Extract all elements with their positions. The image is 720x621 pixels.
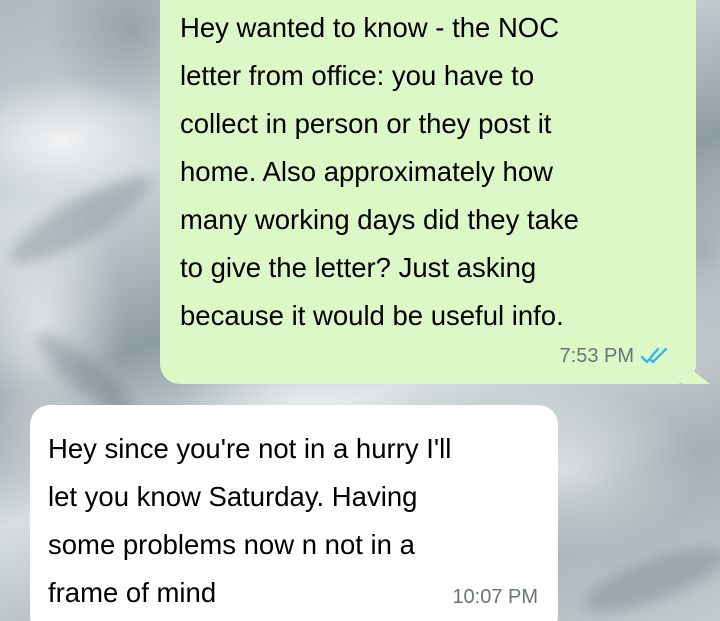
- incoming-message-bubble[interactable]: Hey since you're not in a hurry I'll let…: [30, 405, 558, 621]
- message-meta: 7:53 PM: [560, 344, 670, 368]
- wallpaper-shade: [0, 162, 160, 278]
- message-timestamp: 10:07 PM: [452, 586, 538, 608]
- outgoing-message-bubble[interactable]: Hey wanted to know - the NOC letter from…: [160, 0, 710, 384]
- chat-background: Hey wanted to know - the NOC letter from…: [0, 0, 720, 621]
- message-timestamp: 7:53 PM: [559, 345, 634, 367]
- message-meta: 10:07 PM: [452, 585, 538, 609]
- bubble-tail: [682, 362, 710, 384]
- wallpaper-shade: [577, 535, 720, 621]
- message-text: Hey wanted to know - the NOC letter from…: [180, 12, 579, 331]
- double-check-read-icon: [640, 347, 668, 364]
